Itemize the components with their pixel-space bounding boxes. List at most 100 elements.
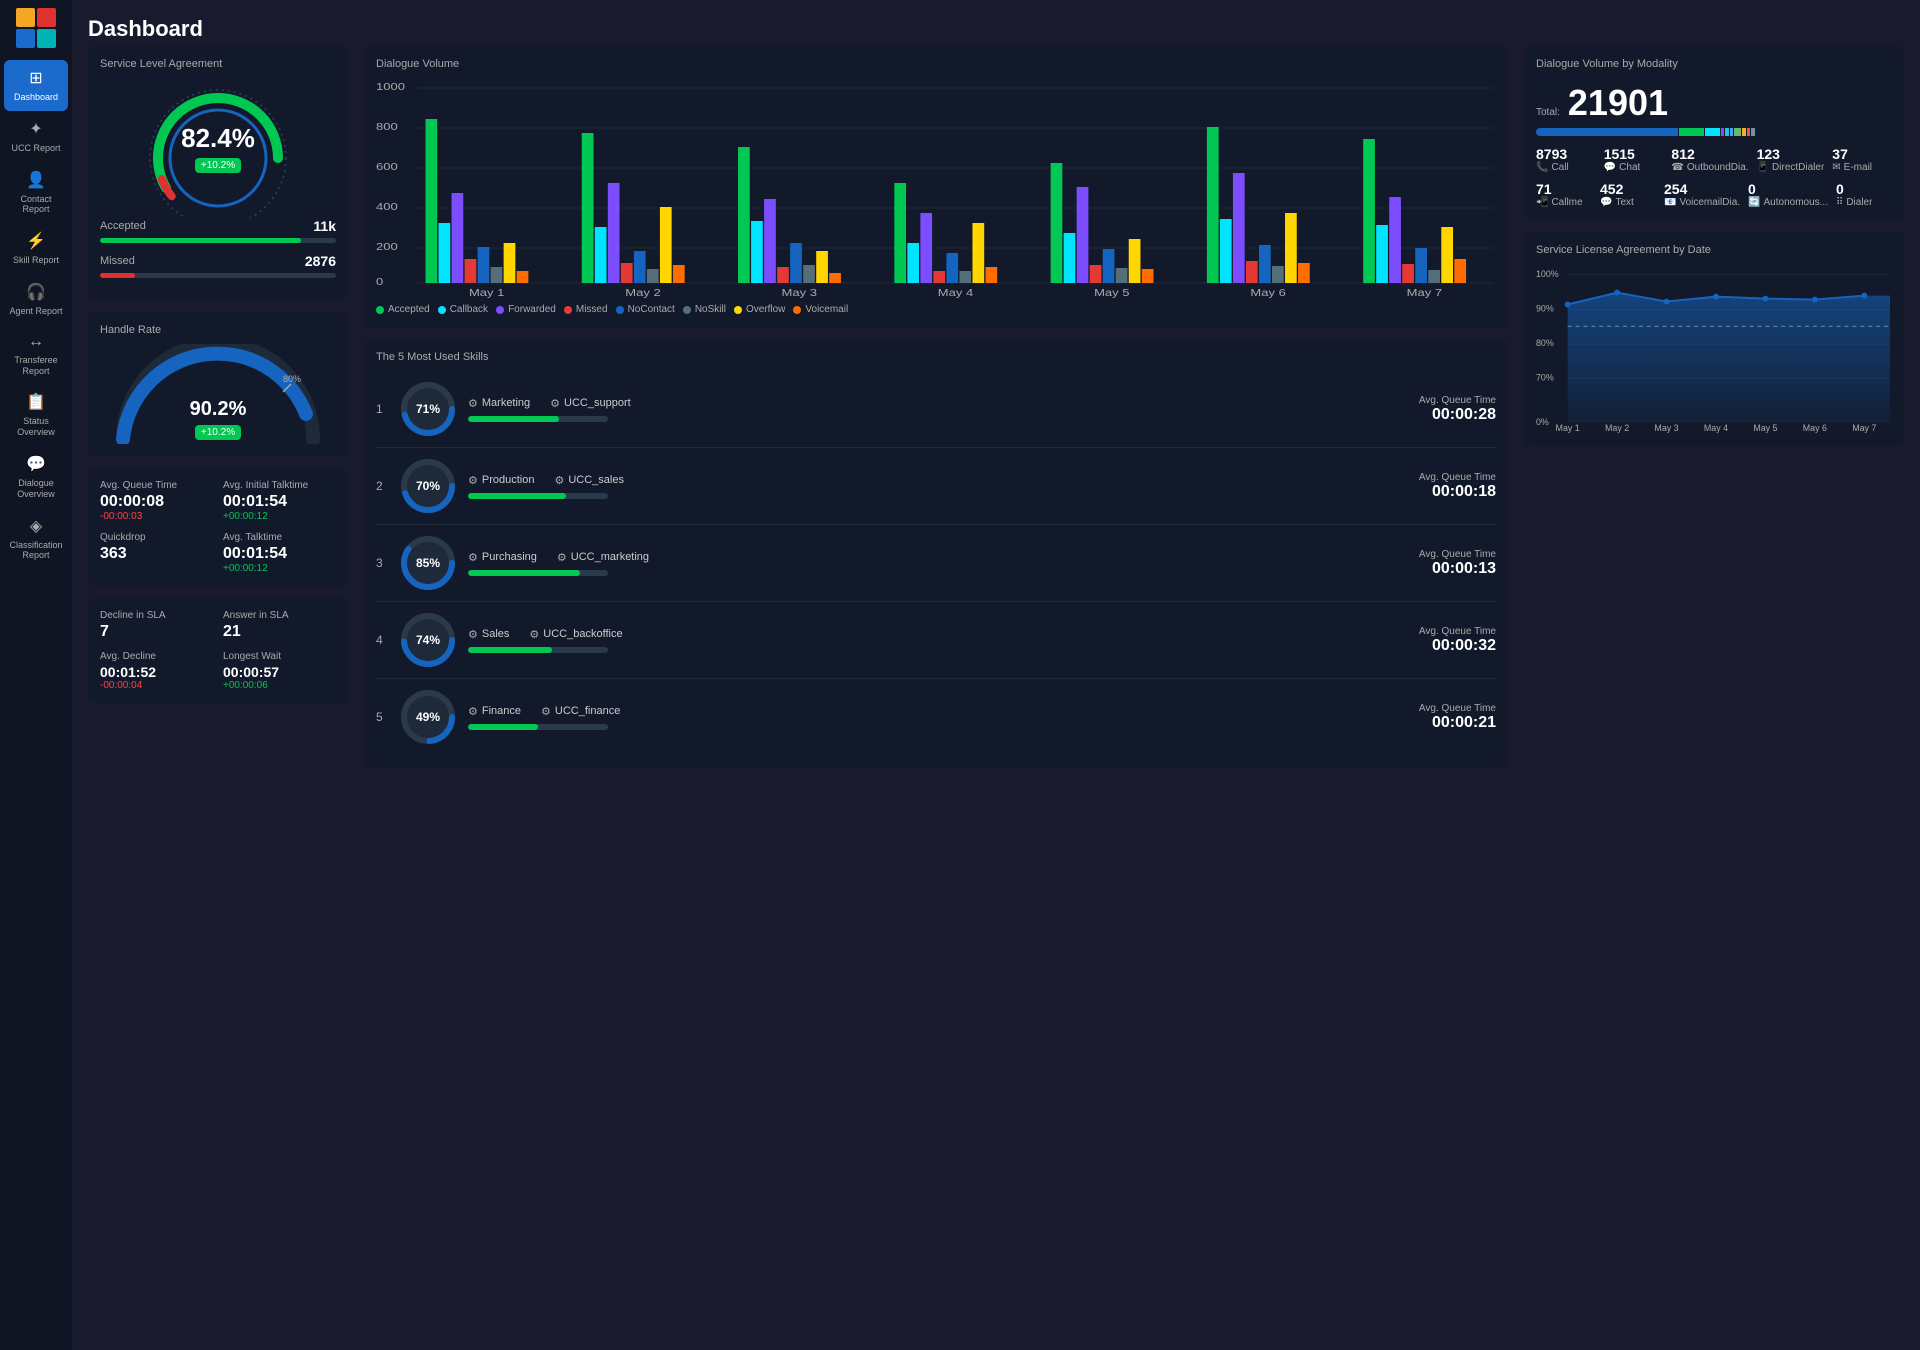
sla-by-date-title: Service License Agreement by Date	[1536, 244, 1892, 256]
skill-row-2: 2 70% ⚙Production ⚙UCC_sales Avg. Queue …	[376, 448, 1496, 525]
queue-value: 00:00:21	[1419, 714, 1496, 732]
skill-row-3: 3 85% ⚙Purchasing ⚙UCC_marketing Avg. Qu…	[376, 525, 1496, 602]
dv-section-title: Dialogue Volume	[376, 58, 1496, 70]
handle-badge: +10.2%	[195, 425, 241, 440]
skill-report-icon: ⚡	[26, 231, 46, 251]
sla-center-text: 82.4% +10.2%	[181, 123, 255, 173]
classification-report-icon: ◈	[30, 516, 42, 536]
transferee-report-icon: ↔	[28, 333, 44, 351]
legend-dot	[616, 306, 624, 314]
skill-name2: ⚙UCC_backoffice	[529, 628, 622, 641]
skill-rank: 2	[376, 479, 388, 493]
right-column: Dialogue Volume by Modality Total: 21901…	[1524, 46, 1904, 767]
legend-dot	[376, 306, 384, 314]
modality-label: ⠿Dialer	[1836, 197, 1892, 208]
metrics-grid: Avg. Queue Time 00:00:08 -00:00:03 Avg. …	[100, 480, 336, 574]
modality-item-text: 452 💬Text	[1600, 181, 1656, 208]
avg-talk-delta: +00:00:12	[223, 563, 336, 574]
sidebar-item-classification-report[interactable]: ◈ Classification Report	[4, 508, 68, 570]
svg-text:800: 800	[376, 121, 398, 132]
skill-names: ⚙Sales ⚙UCC_backoffice	[468, 628, 1409, 641]
longest-wait-value: 00:00:57	[223, 664, 336, 680]
skill-bar	[468, 724, 608, 730]
skill-pct: 49%	[416, 710, 440, 724]
svg-text:0%: 0%	[1536, 417, 1549, 427]
svg-text:600: 600	[376, 161, 398, 172]
modality-item-autonomous...: 0 🔄Autonomous...	[1748, 181, 1828, 208]
missed-fill	[100, 273, 135, 278]
modality-row1: 8793 📞Call1515 💬Chat812 ☎OutboundDia.123…	[1536, 146, 1892, 173]
missed-bar	[100, 273, 336, 278]
skill-pct: 85%	[416, 556, 440, 570]
accepted-stat-row: Accepted 11k	[100, 218, 336, 234]
sidebar-item-transferee-report[interactable]: ↔ Transferee Report	[4, 325, 68, 385]
sidebar-item-contact-report[interactable]: 👤 Contact Report	[4, 162, 68, 224]
skill-row-5: 5 49% ⚙Finance ⚙UCC_finance Avg. Queue T…	[376, 679, 1496, 755]
queue-value: 00:00:32	[1419, 637, 1496, 655]
legend-dot	[734, 306, 742, 314]
modality-value: 71	[1536, 181, 1592, 197]
sla-by-date-card: Service License Agreement by Date 100% 9…	[1524, 232, 1904, 446]
modality-segment-5	[1730, 128, 1734, 136]
sidebar-item-dialogue-overview[interactable]: 💬 Dialogue Overview	[4, 446, 68, 508]
logo-orange	[16, 8, 35, 27]
modality-value: 1515	[1604, 146, 1664, 162]
modality-segment-7	[1742, 128, 1746, 136]
dialogue-volume-card: Dialogue Volume 1000 800 600 400 200 0	[364, 46, 1508, 327]
modality-label: 📧VoicemailDia.	[1664, 197, 1740, 208]
svg-text:0: 0	[376, 276, 383, 287]
sidebar-item-status-overview[interactable]: 📋 Status Overview	[4, 384, 68, 446]
accepted-value: 11k	[313, 218, 336, 234]
skill-bar	[468, 647, 608, 653]
decline-sla: Decline in SLA 7	[100, 610, 213, 641]
modality-segment-1	[1679, 128, 1704, 136]
agent-report-icon: 🎧	[26, 282, 46, 302]
queue-value: 00:00:13	[1419, 560, 1496, 578]
queue-label: Avg. Queue Time	[1419, 703, 1496, 714]
skill-queue: Avg. Queue Time 00:00:32	[1419, 626, 1496, 655]
skill-name1: ⚙Sales	[468, 628, 509, 641]
sidebar-item-skill-report[interactable]: ⚡ Skill Report	[4, 223, 68, 274]
modality-row2: 71 📲Callme452 💬Text254 📧VoicemailDia.0 🔄…	[1536, 181, 1892, 208]
queue-value: 00:00:18	[1419, 483, 1496, 501]
svg-text:400: 400	[376, 201, 398, 212]
avg-queue-label: Avg. Queue Time	[100, 480, 213, 491]
accepted-label: Accepted	[100, 220, 146, 232]
answer-sla-label: Answer in SLA	[223, 610, 336, 621]
sidebar-item-dashboard[interactable]: ⊞ Dashboard	[4, 60, 68, 111]
queue-value: 00:00:28	[1419, 406, 1496, 424]
modality-segment-2	[1705, 128, 1719, 136]
sidebar-item-agent-report[interactable]: 🎧 Agent Report	[4, 274, 68, 325]
logo-red	[37, 8, 56, 27]
avg-talk-value: 00:01:54	[223, 545, 336, 563]
metrics-card: Avg. Queue Time 00:00:08 -00:00:03 Avg. …	[88, 468, 348, 586]
quickdrop: Quickdrop 363	[100, 532, 213, 574]
skill-pct: 70%	[416, 479, 440, 493]
skill-pct: 74%	[416, 633, 440, 647]
skill-names: ⚙Production ⚙UCC_sales	[468, 474, 1409, 487]
svg-text:May 2: May 2	[625, 287, 660, 298]
missed-label: Missed	[100, 255, 135, 267]
dv-chart-svg: 1000 800 600 400 200 0 M	[376, 78, 1496, 298]
avg-decline-label: Avg. Decline	[100, 651, 213, 662]
dialogue-overview-icon: 💬	[26, 454, 46, 474]
sidebar-item-ucc-report[interactable]: ✦ UCC Report	[4, 111, 68, 162]
skill-pct: 71%	[416, 402, 440, 416]
sidebar-item-label: Skill Report	[13, 255, 59, 266]
decline-sla-label: Decline in SLA	[100, 610, 213, 621]
modality-item-call: 8793 📞Call	[1536, 146, 1596, 173]
logo-blue	[16, 29, 35, 48]
status-overview-icon: 📋	[26, 392, 46, 412]
legend-dot	[438, 306, 446, 314]
sidebar-item-label: Dashboard	[14, 92, 58, 103]
svg-text:May 3: May 3	[782, 287, 817, 298]
modality-segment-0	[1536, 128, 1678, 136]
avg-initial-talk: Avg. Initial Talktime 00:01:54 +00:00:12	[223, 480, 336, 522]
skill-name1: ⚙Marketing	[468, 397, 530, 410]
legend-item-overflow: Overflow	[734, 304, 785, 315]
skill-name1: ⚙Purchasing	[468, 551, 537, 564]
svg-text:May 4: May 4	[938, 287, 974, 298]
modality-label: 💬Text	[1600, 197, 1656, 208]
modality-segment-9	[1751, 128, 1755, 136]
svg-text:90%: 90%	[1536, 303, 1554, 313]
